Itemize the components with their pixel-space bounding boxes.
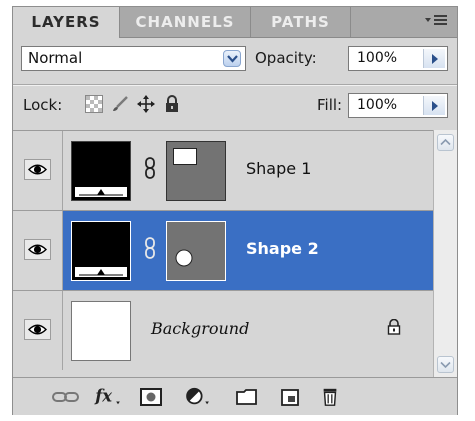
vector-mask-thumbnail[interactable] xyxy=(166,221,226,281)
tab-channels[interactable]: CHANNELS xyxy=(120,7,251,37)
adjustment-layer-icon[interactable] xyxy=(183,387,213,407)
visibility-cell[interactable] xyxy=(13,211,63,290)
fx-layer-style-icon[interactable]: fx xyxy=(93,387,123,407)
fill-field[interactable]: 100% xyxy=(348,93,448,118)
eye-icon[interactable] xyxy=(24,239,51,260)
chevron-down-icon[interactable] xyxy=(223,50,241,67)
visibility-cell[interactable] xyxy=(13,291,63,370)
panel-menu-icon[interactable] xyxy=(425,7,449,37)
layer-thumbnail[interactable] xyxy=(71,221,131,281)
visibility-cell[interactable] xyxy=(13,131,63,210)
new-layer-icon[interactable] xyxy=(279,387,303,407)
layer-thumbnail[interactable] xyxy=(71,301,131,361)
chevron-down-icon xyxy=(440,361,451,369)
layer-row-shape-2[interactable]: Shape 2 xyxy=(13,211,433,291)
layer-name[interactable]: Shape 2 xyxy=(246,239,319,258)
lock-brush-icon[interactable] xyxy=(111,95,129,113)
blend-mode-value: Normal xyxy=(28,49,83,67)
panel-tab-bar: LAYERS CHANNELS PATHS xyxy=(13,7,457,38)
layer-row-shape-1[interactable]: Shape 1 xyxy=(13,131,433,211)
opacity-label: Opacity: xyxy=(255,49,317,67)
layer-name[interactable]: Background xyxy=(151,319,249,338)
new-group-icon[interactable] xyxy=(235,387,259,407)
scroll-down-button[interactable] xyxy=(437,356,454,373)
lock-icon xyxy=(387,319,401,335)
lock-transparency-icon[interactable] xyxy=(85,95,103,113)
link-chain-icon[interactable] xyxy=(144,237,156,259)
layer-name[interactable]: Shape 1 xyxy=(246,159,311,178)
svg-text:fx: fx xyxy=(94,387,112,406)
link-chain-icon[interactable] xyxy=(144,157,156,179)
layers-scrollbar[interactable] xyxy=(433,130,457,377)
delete-layer-icon[interactable] xyxy=(319,387,341,407)
eye-icon[interactable] xyxy=(24,319,51,340)
layer-thumbnail[interactable] xyxy=(71,141,131,201)
opacity-slider-button[interactable] xyxy=(423,49,445,68)
eye-icon[interactable] xyxy=(24,159,51,180)
scroll-up-button[interactable] xyxy=(437,134,454,151)
fill-value: 100% xyxy=(357,97,398,113)
add-mask-icon[interactable] xyxy=(139,387,163,407)
blend-mode-select[interactable]: Normal xyxy=(21,46,246,71)
lock-move-icon[interactable] xyxy=(137,95,155,113)
fill-slider-button[interactable] xyxy=(423,96,445,115)
layers-toolbar: fx xyxy=(13,377,457,415)
layers-list: Shape 1 Shape 2 Background xyxy=(13,130,433,377)
lock-row: Lock: Fill: 100% xyxy=(13,85,457,125)
opacity-field[interactable]: 100% xyxy=(348,46,448,71)
opacity-value: 100% xyxy=(357,50,398,66)
layer-row-background[interactable]: Background xyxy=(13,291,433,371)
fill-label: Fill: xyxy=(317,96,343,114)
tab-layers[interactable]: LAYERS xyxy=(13,7,120,38)
layers-panel: LAYERS CHANNELS PATHS Normal Opacity: 10… xyxy=(12,6,458,415)
tab-paths[interactable]: PATHS xyxy=(251,7,351,37)
lock-label: Lock: xyxy=(23,96,63,114)
blend-row: Normal Opacity: 100% xyxy=(13,38,457,78)
chevron-up-icon xyxy=(440,138,451,146)
vector-mask-thumbnail[interactable] xyxy=(166,141,226,201)
link-layers-icon[interactable] xyxy=(51,387,81,407)
lock-all-icon[interactable] xyxy=(163,95,181,113)
